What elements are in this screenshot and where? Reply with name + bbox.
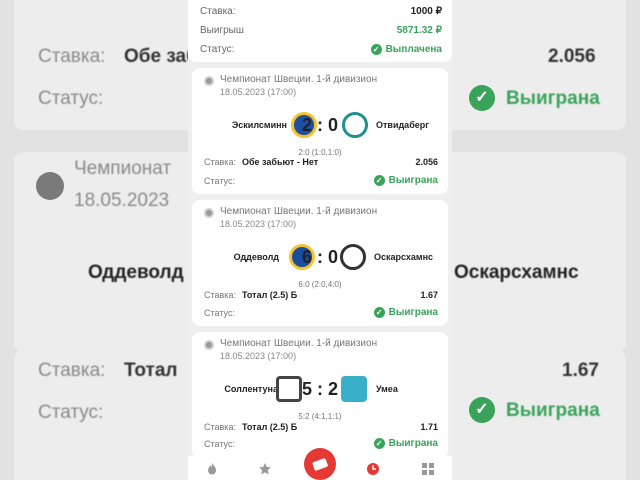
bet-odds: 1.67 [420,290,438,300]
bg-champ-icon [36,172,64,200]
bet-pick: Обе забьют - Нет [241,157,319,167]
away-team-logo [341,376,367,402]
halftime-score: 2:0 (1:0,1:0) [298,148,342,157]
bg-status-value: Выиграна [506,88,600,109]
stake-label: Ставка: [204,157,236,167]
check-icon: ✓ [373,307,385,318]
check-icon: ✓ [373,438,385,449]
football-icon [204,340,214,350]
stake-row: Ставка: 1000 ₽ [200,6,442,17]
stake-label: Ставка: [200,6,236,17]
halftime-score: 6:0 (2:0,4:0) [298,280,342,289]
championship-name: Чемпионат Швеции. 1-й дивизион [220,74,378,85]
match-score: 5 : 2 [301,379,339,399]
status-value: Выиграна [388,438,438,449]
bottom-navigation [188,448,452,480]
bg-odds-2: 1.67 [562,360,599,381]
halftime-score: 5:2 (4:1,1:1) [298,412,342,421]
bet-row: Ставка: Обе забьют - Нет 2.056 [204,157,438,167]
bg-team-right: Оскарсхамнс [454,262,579,283]
bg-stake-label-2: Ставка: [38,360,106,381]
bg-status-value-2: Выиграна [506,400,600,421]
stake-label: Ставка: [204,422,236,432]
bg-champ-partial: Чемпионат [74,158,172,179]
championship-name: Чемпионат Швеции. 1-й дивизион [220,338,378,349]
status-value: Выиграна [388,307,438,318]
status-value: Выплачена [385,44,442,55]
status-label: Статус: [204,307,235,318]
match-date: 18.05.2023 (17:00) [220,87,297,97]
status-value: Выиграна [388,175,438,186]
bet-odds: 1.71 [420,422,438,432]
status-row: Статус: ✓ Выиграна [204,307,438,318]
grid-icon[interactable] [421,462,435,476]
match-card[interactable]: Чемпионат Швеции. 1-й дивизион 18.05.202… [192,200,448,326]
football-icon [204,208,214,218]
bet-row: Ставка: Тотал (2.5) Б 1.67 [204,290,438,300]
championship-header: Чемпионат Швеции. 1-й дивизион 18.05.202… [204,74,377,97]
football-icon [204,76,214,86]
away-team-name: Отвидаберг [376,120,430,130]
payout-status-row: Статус: ✓ Выплачена [200,44,442,55]
win-label: Выигрыш [200,25,244,36]
bet-odds: 2.056 [415,157,438,167]
bg-team-left: Оддеволд [88,262,184,283]
match-teams: Оддеволд 6 : 0 Оскарсхамнс [192,244,448,272]
bg-check-icon-2: ✓ [469,397,495,423]
bg-check-icon: ✓ [469,85,495,111]
star-icon[interactable] [258,462,272,476]
check-icon: ✓ [370,44,382,55]
status-label: Статус: [204,438,235,449]
match-teams: Эскилсминн 2 : 0 Отвидаберг [192,112,448,140]
match-date: 18.05.2023 (17:00) [220,219,297,229]
away-team-name: Оскарсхамнс [374,252,434,262]
championship-header: Чемпионат Швеции. 1-й дивизион 18.05.202… [204,338,377,361]
match-teams: Соллентуна 5 : 2 Умеа [192,376,448,404]
away-team-logo [340,244,366,270]
check-icon: ✓ [373,175,385,186]
bet-row: Ставка: Тотал (2.5) Б 1.71 [204,422,438,432]
championship-header: Чемпионат Швеции. 1-й дивизион 18.05.202… [204,206,377,229]
win-row: Выигрыш 5871.32 ₽ [200,25,442,36]
ticket-icon [312,458,328,471]
stake-value: 1000 ₽ [410,6,442,17]
away-team-logo [342,112,368,138]
championship-name: Чемпионат Швеции. 1-й дивизион [220,206,378,217]
status-badge: ✓ Выплачена [370,44,442,55]
match-card[interactable]: Чемпионат Швеции. 1-й дивизион 18.05.202… [192,68,448,194]
bet-pick: Тотал (2.5) Б [241,422,298,432]
win-value: 5871.32 ₽ [396,25,442,36]
match-date: 18.05.2023 (17:00) [220,351,297,361]
bg-stake-label: Ставка: [38,46,106,67]
status-badge: ✓ Выиграна [373,175,438,186]
status-label: Статус: [204,175,235,186]
status-badge: ✓ Выиграна [373,307,438,318]
status-row: Статус: ✓ Выиграна [204,175,438,186]
status-badge: ✓ Выиграна [373,438,438,449]
bg-odds-1: 2.056 [548,46,596,67]
bg-bet2-partial: Тотал [124,360,178,381]
away-team-name: Умеа [376,384,398,394]
clock-icon[interactable] [366,462,380,476]
coupon-button[interactable] [304,448,336,480]
match-card[interactable]: Чемпионат Швеции. 1-й дивизион 18.05.202… [192,332,448,458]
bg-status-label: Статус: [38,88,104,109]
stake-label: Ставка: [204,290,236,300]
bet-details-screen[interactable]: Ставка: 1000 ₽ Выигрыш 5871.32 ₽ Статус:… [188,0,452,480]
bg-date-partial: 18.05.2023 [74,190,170,211]
fire-icon[interactable] [205,462,219,476]
bg-status-label-2: Статус: [38,402,104,423]
status-label: Статус: [200,44,235,55]
bet-summary-card: Ставка: 1000 ₽ Выигрыш 5871.32 ₽ Статус:… [188,0,452,62]
bg-bet-partial: Обе заб [124,46,198,67]
bet-pick: Тотал (2.5) Б [241,290,298,300]
